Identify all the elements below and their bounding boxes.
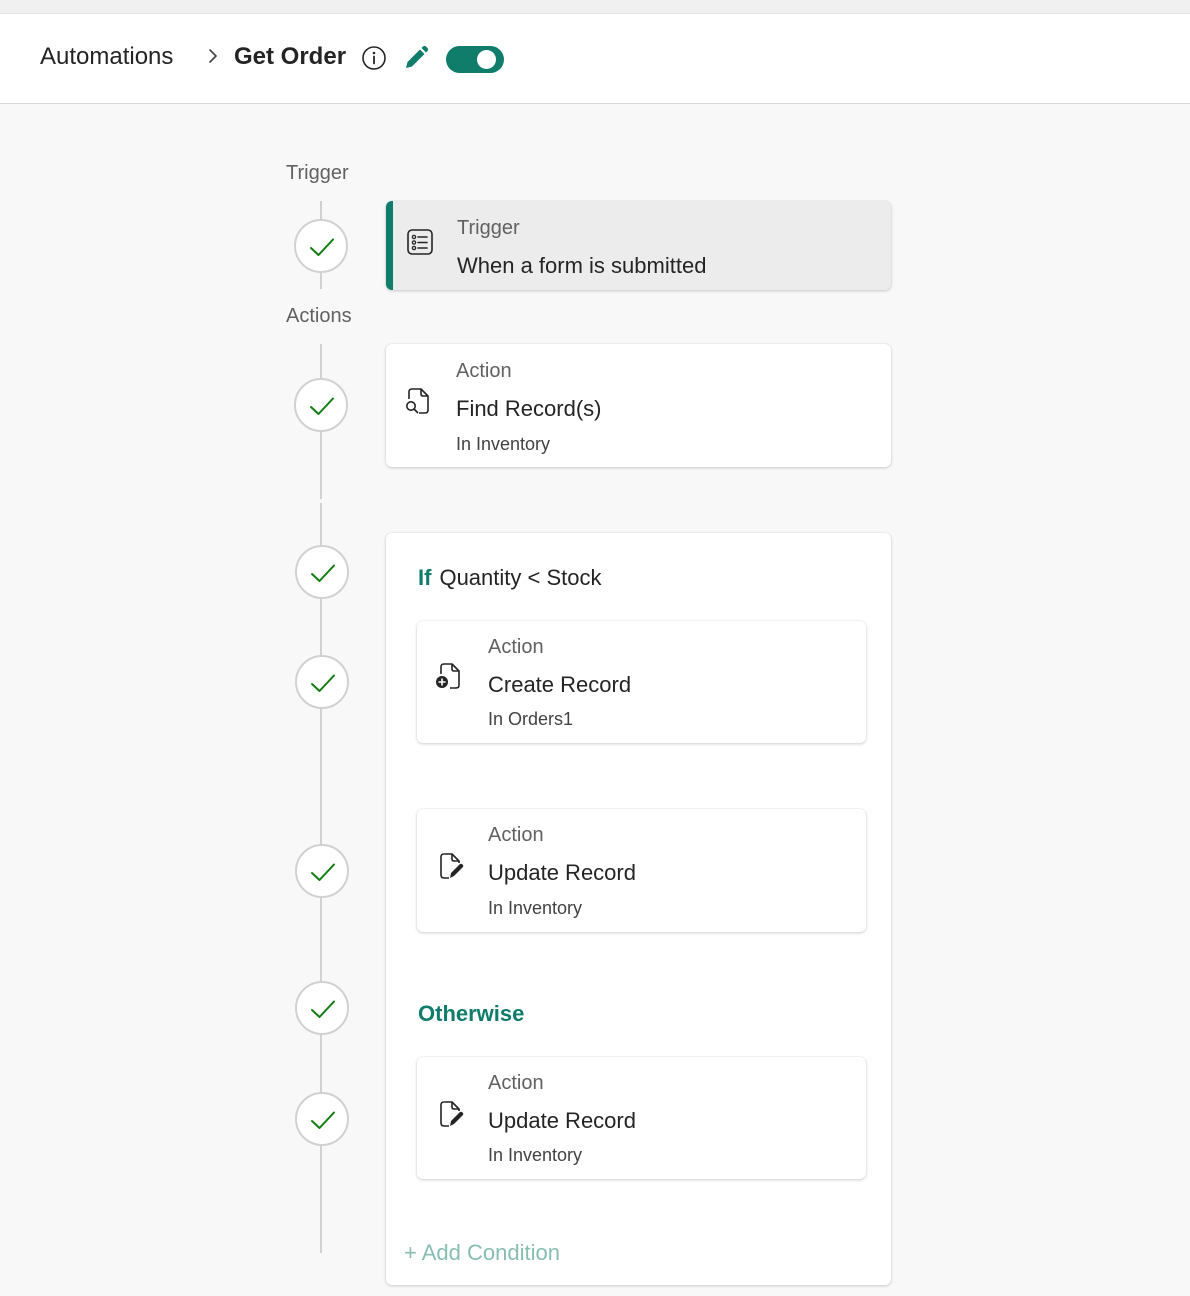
create-record-card[interactable]: Action Create Record In Orders1	[417, 621, 866, 743]
condition-expression[interactable]: If Quantity < Stock	[418, 565, 601, 591]
step-status-condition	[295, 545, 349, 599]
card-subtitle: In Inventory	[456, 434, 551, 454]
document-edit-icon	[440, 1101, 464, 1127]
card-title: Update Record	[488, 1108, 636, 1133]
automation-enabled-toggle[interactable]	[446, 46, 504, 73]
step-status-find-records	[294, 378, 348, 432]
otherwise-label: Otherwise	[418, 1001, 525, 1026]
update-record-card[interactable]: Action Update Record In Inventory	[417, 809, 866, 932]
card-title: Find Record(s)	[456, 396, 602, 421]
info-icon[interactable]	[361, 45, 387, 71]
breadcrumb-automations[interactable]: Automations	[40, 43, 173, 71]
toggle-knob	[477, 50, 496, 69]
card-kind-label: Trigger	[457, 217, 520, 239]
step-status-trigger	[294, 219, 348, 273]
pencil-edit-icon[interactable]	[402, 44, 430, 72]
step-status-update-record	[295, 844, 349, 898]
card-kind-label: Action	[488, 1072, 544, 1094]
if-keyword: If	[418, 565, 432, 590]
chevron-right-icon	[209, 49, 217, 63]
document-search-icon	[406, 388, 429, 414]
document-add-icon	[436, 663, 460, 689]
form-list-icon	[407, 229, 433, 255]
trigger-card[interactable]: Trigger When a form is submitted	[386, 201, 891, 290]
actions-section-label: Actions	[286, 305, 352, 327]
card-kind-label: Action	[488, 824, 544, 846]
card-subtitle: In Orders1	[488, 709, 574, 729]
find-records-card[interactable]: Action Find Record(s) In Inventory	[386, 344, 891, 467]
checkmark-icon	[310, 397, 334, 415]
card-kind-label: Action	[456, 360, 512, 382]
checkmark-icon	[311, 564, 335, 582]
card-title: Update Record	[488, 860, 636, 885]
checkmark-icon	[310, 238, 334, 256]
selected-accent-bar	[386, 201, 393, 290]
card-kind-label: Action	[488, 636, 544, 658]
checkmark-icon	[311, 674, 335, 692]
condition-block: If Quantity < Stock Action Create Record …	[386, 533, 891, 1285]
card-title: Create Record	[488, 672, 632, 697]
checkmark-icon	[311, 1000, 335, 1018]
checkmark-icon	[311, 1111, 335, 1129]
otherwise-update-record-card[interactable]: Action Update Record In Inventory	[417, 1057, 866, 1179]
card-subtitle: In Inventory	[488, 1145, 583, 1165]
card-subtitle: In Inventory	[488, 898, 583, 918]
add-condition-button[interactable]: + Add Condition	[404, 1240, 560, 1266]
document-edit-icon	[440, 853, 464, 879]
trigger-section-label: Trigger	[286, 162, 349, 184]
checkmark-icon	[311, 863, 335, 881]
automation-title: Get Order	[234, 43, 347, 70]
step-status-otherwise	[295, 981, 349, 1035]
header-bar: Automations Get Order	[0, 14, 1190, 104]
card-title: When a form is submitted	[457, 253, 707, 278]
window-top-strip	[0, 0, 1190, 14]
step-status-create-record	[295, 655, 349, 709]
condition-text: Quantity < Stock	[439, 565, 602, 590]
step-status-otherwise-update	[295, 1092, 349, 1146]
